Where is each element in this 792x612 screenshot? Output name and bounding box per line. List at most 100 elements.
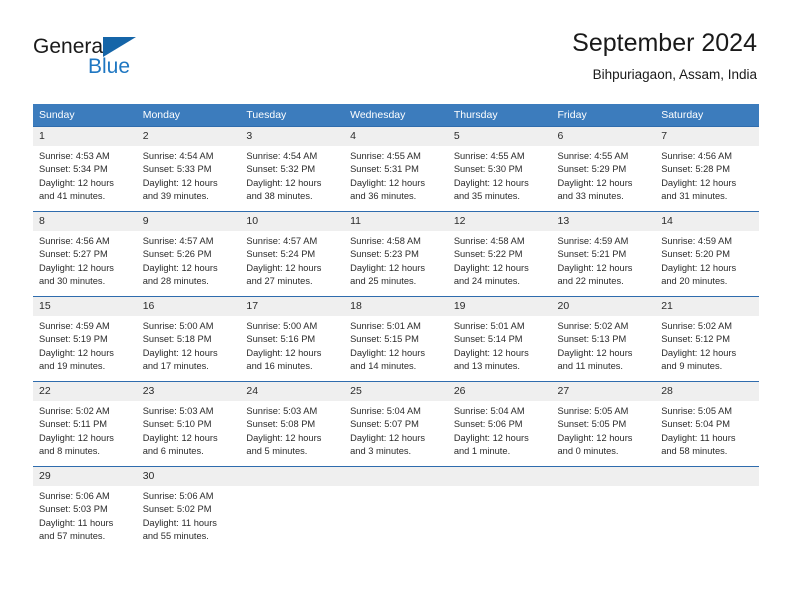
daylight-text-line2: and 55 minutes.	[142, 531, 209, 542]
daylight-text-line1: Daylight: 12 hours	[142, 432, 218, 443]
daylight-text-line1: Daylight: 12 hours	[142, 347, 218, 358]
calendar-day-cell[interactable]: 25 Sunrise: 5:04 AM Sunset: 5:07 PM Dayligh…	[344, 381, 448, 467]
sunset-text: Sunset: 5:26 PM	[142, 249, 212, 260]
calendar-day-cell[interactable]: 7 Sunrise: 4:56 AM Sunset: 5:28 PM Daylight…	[655, 126, 759, 212]
daylight-text-line1: Daylight: 12 hours	[142, 177, 218, 188]
calendar-day-cell[interactable]: 11 Sunrise: 4:58 AM Sunset: 5:23 PM Dayligh…	[344, 211, 448, 297]
day-number: 28	[655, 382, 759, 401]
sunset-text: Sunset: 5:21 PM	[557, 249, 627, 260]
day-number: 20	[551, 297, 656, 316]
calendar-day-cell[interactable]: 4 Sunrise: 4:55 AM Sunset: 5:31 PM Daylight…	[344, 126, 448, 212]
sunset-text: Sunset: 5:24 PM	[246, 249, 316, 260]
brand-logo[interactable]: General Blue	[33, 36, 263, 88]
day-details: Sunrise: 5:04 AM Sunset: 5:06 PM Daylight:…	[448, 401, 552, 459]
day-details: Sunrise: 5:06 AM Sunset: 5:03 PM Daylight:…	[33, 486, 137, 544]
day-number: 22	[33, 382, 137, 401]
daylight-text-line1: Daylight: 12 hours	[246, 177, 322, 188]
sunrise-text: Sunrise: 4:56 AM	[661, 151, 733, 161]
day-number: 25	[344, 382, 448, 401]
daylight-text-line2: and 13 minutes.	[453, 361, 520, 372]
day-details: Sunrise: 5:01 AM Sunset: 5:15 PM Daylight:…	[344, 316, 448, 374]
calendar-day-cell[interactable]: 6 Sunrise: 4:55 AM Sunset: 5:29 PM Daylight…	[551, 126, 656, 212]
day-number	[655, 467, 759, 486]
brand-word-blue: Blue	[88, 55, 131, 78]
sunrise-text: Sunrise: 4:57 AM	[246, 236, 318, 246]
weekday-header-thursday: Thursday	[447, 104, 552, 127]
daylight-text-line1: Daylight: 12 hours	[39, 262, 114, 273]
calendar-day-cell[interactable]: 2 Sunrise: 4:54 AM Sunset: 5:33 PM Daylight…	[136, 126, 241, 212]
daylight-text-line1: Daylight: 12 hours	[350, 347, 426, 358]
day-details	[655, 486, 759, 490]
calendar-day-cell[interactable]: 9 Sunrise: 4:57 AM Sunset: 5:26 PM Daylight…	[136, 211, 241, 297]
calendar-day-cell-empty	[655, 466, 759, 551]
day-details: Sunrise: 4:55 AM Sunset: 5:31 PM Daylight:…	[344, 146, 448, 204]
calendar-day-cell[interactable]: 24 Sunrise: 5:03 AM Sunset: 5:08 PM Dayligh…	[240, 381, 345, 467]
calendar-day-cell[interactable]: 3 Sunrise: 4:54 AM Sunset: 5:32 PM Daylight…	[240, 126, 345, 212]
weekday-header-sunday: Sunday	[33, 104, 137, 127]
daylight-text-line1: Daylight: 12 hours	[453, 347, 529, 358]
calendar-day-cell[interactable]: 8 Sunrise: 4:56 AM Sunset: 5:27 PM Daylight…	[33, 211, 137, 297]
calendar-day-cell[interactable]: 19 Sunrise: 5:01 AM Sunset: 5:14 PM Dayligh…	[447, 296, 552, 382]
calendar-day-cell[interactable]: 21 Sunrise: 5:02 AM Sunset: 5:12 PM Dayligh…	[655, 296, 759, 382]
sunset-text: Sunset: 5:30 PM	[453, 164, 523, 175]
title-block: September 2024 Bihpuriagaon, Assam, Indi…	[572, 28, 757, 84]
sunset-text: Sunset: 5:14 PM	[453, 334, 523, 345]
calendar-day-cell[interactable]: 18 Sunrise: 5:01 AM Sunset: 5:15 PM Dayligh…	[344, 296, 448, 382]
calendar-day-cell[interactable]: 13 Sunrise: 4:59 AM Sunset: 5:21 PM Dayligh…	[551, 211, 656, 297]
calendar-day-cell[interactable]: 10 Sunrise: 4:57 AM Sunset: 5:24 PM Dayligh…	[240, 211, 345, 297]
calendar-day-cell[interactable]: 17 Sunrise: 5:00 AM Sunset: 5:16 PM Dayligh…	[240, 296, 345, 382]
calendar-day-cell-empty	[447, 466, 552, 551]
daylight-text-line1: Daylight: 12 hours	[557, 177, 633, 188]
daylight-text-line2: and 24 minutes.	[453, 276, 520, 287]
daylight-text-line1: Daylight: 12 hours	[350, 262, 426, 273]
sunset-text: Sunset: 5:11 PM	[39, 419, 108, 430]
sunset-text: Sunset: 5:23 PM	[350, 249, 419, 260]
daylight-text-line2: and 19 minutes.	[39, 361, 106, 372]
sunrise-text: Sunrise: 5:03 AM	[246, 406, 318, 416]
calendar-day-cell[interactable]: 27 Sunrise: 5:05 AM Sunset: 5:05 PM Dayligh…	[551, 381, 656, 467]
weekday-header-tuesday: Tuesday	[240, 104, 345, 127]
calendar-day-cell[interactable]: 23 Sunrise: 5:03 AM Sunset: 5:10 PM Dayligh…	[136, 381, 241, 467]
calendar-day-cell[interactable]: 29 Sunrise: 5:06 AM Sunset: 5:03 PM Dayligh…	[33, 466, 137, 551]
daylight-text-line1: Daylight: 11 hours	[39, 517, 114, 528]
calendar-day-cell[interactable]: 1 Sunrise: 4:53 AM Sunset: 5:34 PM Daylight…	[33, 126, 137, 212]
sunrise-text: Sunrise: 5:04 AM	[350, 406, 421, 416]
daylight-text-line2: and 6 minutes.	[142, 446, 204, 457]
calendar-day-cell[interactable]: 12 Sunrise: 4:58 AM Sunset: 5:22 PM Dayligh…	[447, 211, 552, 297]
calendar-day-cell[interactable]: 28 Sunrise: 5:05 AM Sunset: 5:04 PM Dayligh…	[655, 381, 759, 467]
calendar-day-cell[interactable]: 20 Sunrise: 5:02 AM Sunset: 5:13 PM Dayligh…	[551, 296, 656, 382]
sunrise-text: Sunrise: 5:01 AM	[350, 321, 421, 331]
sunrise-text: Sunrise: 4:55 AM	[453, 151, 525, 161]
calendar-day-cell[interactable]: 22 Sunrise: 5:02 AM Sunset: 5:11 PM Dayligh…	[33, 381, 137, 467]
calendar-day-cell[interactable]: 14 Sunrise: 4:59 AM Sunset: 5:20 PM Dayligh…	[655, 211, 759, 297]
daylight-text-line2: and 33 minutes.	[557, 191, 624, 202]
sunrise-text: Sunrise: 5:00 AM	[246, 321, 318, 331]
daylight-text-line2: and 9 minutes.	[661, 361, 723, 372]
calendar-day-cell[interactable]: 30 Sunrise: 5:06 AM Sunset: 5:02 PM Dayligh…	[136, 466, 241, 551]
sunrise-text: Sunrise: 5:02 AM	[661, 321, 733, 331]
daylight-text-line2: and 0 minutes.	[557, 446, 619, 457]
daylight-text-line2: and 14 minutes.	[350, 361, 417, 372]
daylight-text-line2: and 25 minutes.	[350, 276, 417, 287]
page-header: General Blue September 2024 Bihpuriagaon…	[0, 0, 792, 100]
day-number	[240, 467, 345, 486]
calendar-day-cell[interactable]: 15 Sunrise: 4:59 AM Sunset: 5:19 PM Dayligh…	[33, 296, 137, 382]
sunset-text: Sunset: 5:32 PM	[246, 164, 316, 175]
day-number: 13	[551, 212, 656, 231]
day-number: 24	[240, 382, 345, 401]
calendar-header-row: Sunday Monday Tuesday Wednesday Thursday…	[33, 104, 759, 127]
daylight-text-line2: and 58 minutes.	[661, 446, 728, 457]
calendar-day-cell[interactable]: 26 Sunrise: 5:04 AM Sunset: 5:06 PM Dayligh…	[447, 381, 552, 467]
day-details: Sunrise: 4:54 AM Sunset: 5:32 PM Daylight:…	[240, 146, 344, 204]
day-details: Sunrise: 4:59 AM Sunset: 5:20 PM Daylight:…	[655, 231, 759, 289]
daylight-text-line1: Daylight: 12 hours	[557, 262, 633, 273]
day-details: Sunrise: 5:00 AM Sunset: 5:16 PM Daylight:…	[240, 316, 344, 374]
daylight-text-line1: Daylight: 12 hours	[661, 177, 737, 188]
calendar-day-cell-empty	[551, 466, 656, 551]
daylight-text-line2: and 30 minutes.	[39, 276, 106, 287]
daylight-text-line1: Daylight: 12 hours	[350, 432, 426, 443]
calendar-day-cell[interactable]: 5 Sunrise: 4:55 AM Sunset: 5:30 PM Daylight…	[447, 126, 552, 212]
sunrise-text: Sunrise: 4:58 AM	[350, 236, 421, 246]
calendar-week-row: 1 Sunrise: 4:53 AM Sunset: 5:34 PM Daylight…	[33, 126, 759, 212]
calendar-day-cell[interactable]: 16 Sunrise: 5:00 AM Sunset: 5:18 PM Dayligh…	[136, 296, 241, 382]
